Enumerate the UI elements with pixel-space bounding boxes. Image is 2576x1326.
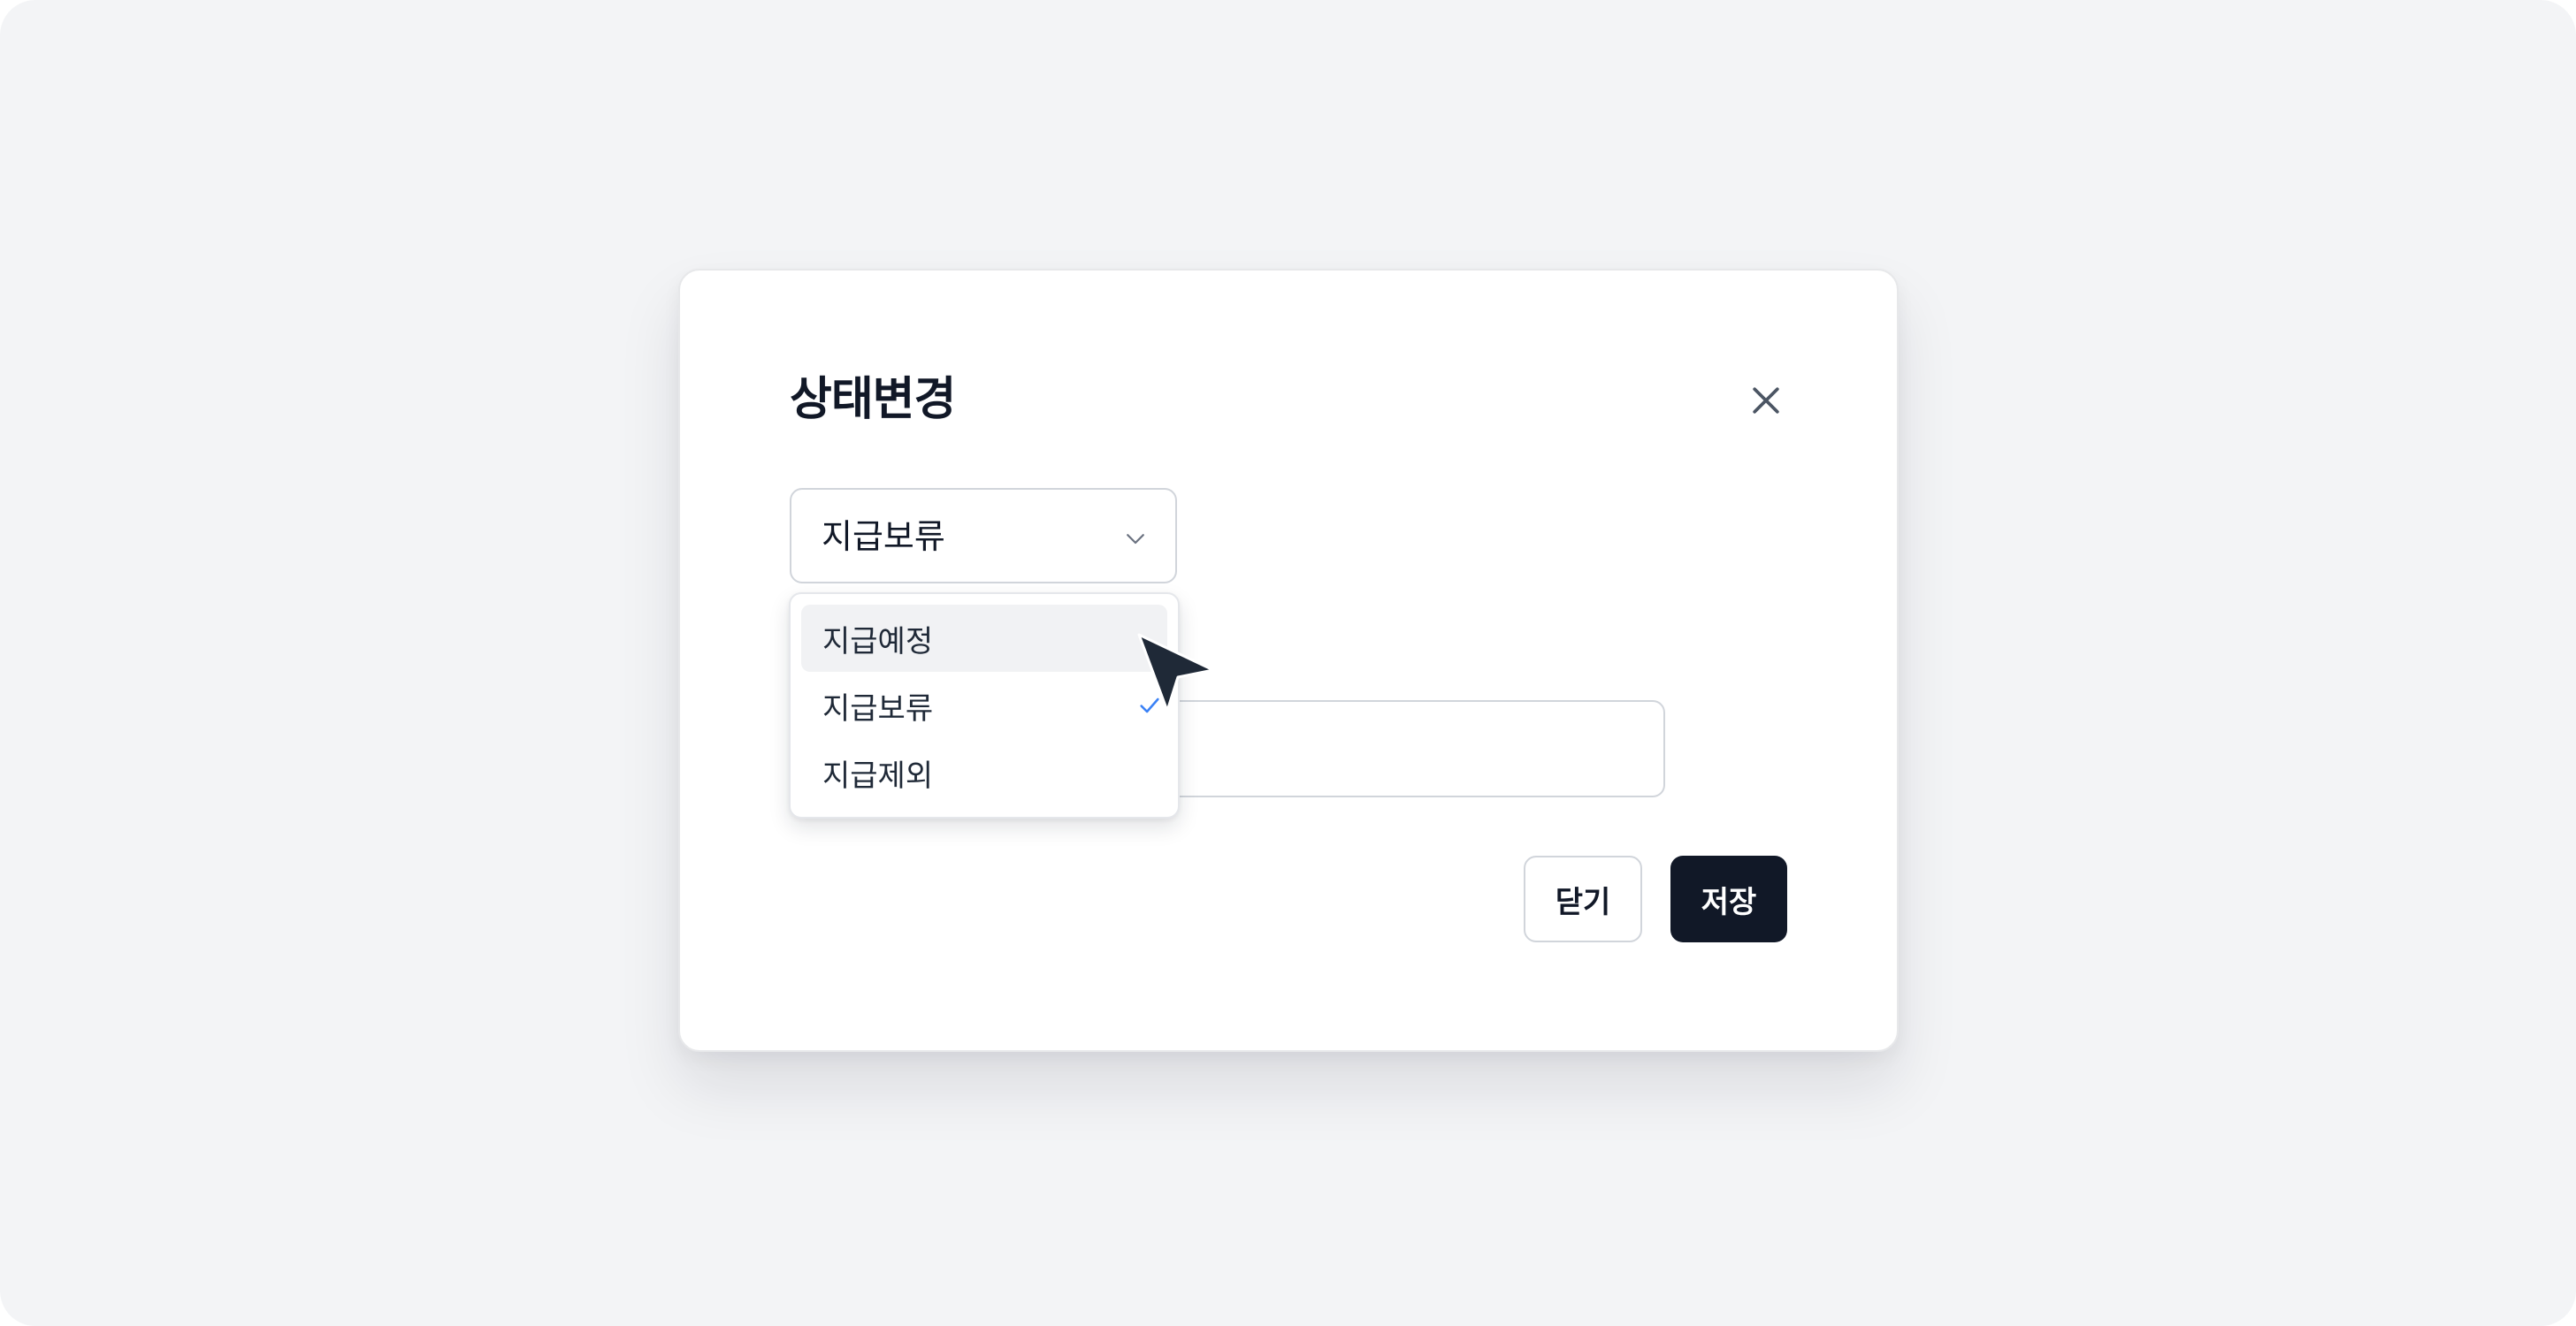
save-button[interactable]: 저장: [1670, 856, 1787, 942]
status-select-value: 지급보류: [822, 517, 945, 556]
option-label: 지급예정: [822, 623, 934, 659]
status-dropdown-menu: 지급예정 지급보류 지급제외: [789, 592, 1180, 819]
dropdown-option-excluded[interactable]: 지급제외: [801, 739, 1167, 806]
page-background: 상태변경 지급보류 닫기 저장 지급예정 지급보류 지급제외: [0, 0, 2576, 1326]
modal-title: 상태변경: [790, 373, 956, 426]
close-button[interactable]: 닫기: [1524, 856, 1642, 942]
memo-input[interactable]: [1096, 700, 1665, 797]
dropdown-option-scheduled[interactable]: 지급예정: [801, 605, 1167, 672]
chevron-down-icon: [1122, 525, 1149, 552]
check-icon: [1137, 693, 1162, 718]
option-label: 지급제외: [822, 758, 934, 794]
dropdown-option-on-hold[interactable]: 지급보류: [801, 672, 1167, 739]
option-label: 지급보류: [822, 690, 934, 727]
close-icon[interactable]: [1747, 381, 1785, 420]
status-select[interactable]: 지급보류: [790, 488, 1177, 583]
